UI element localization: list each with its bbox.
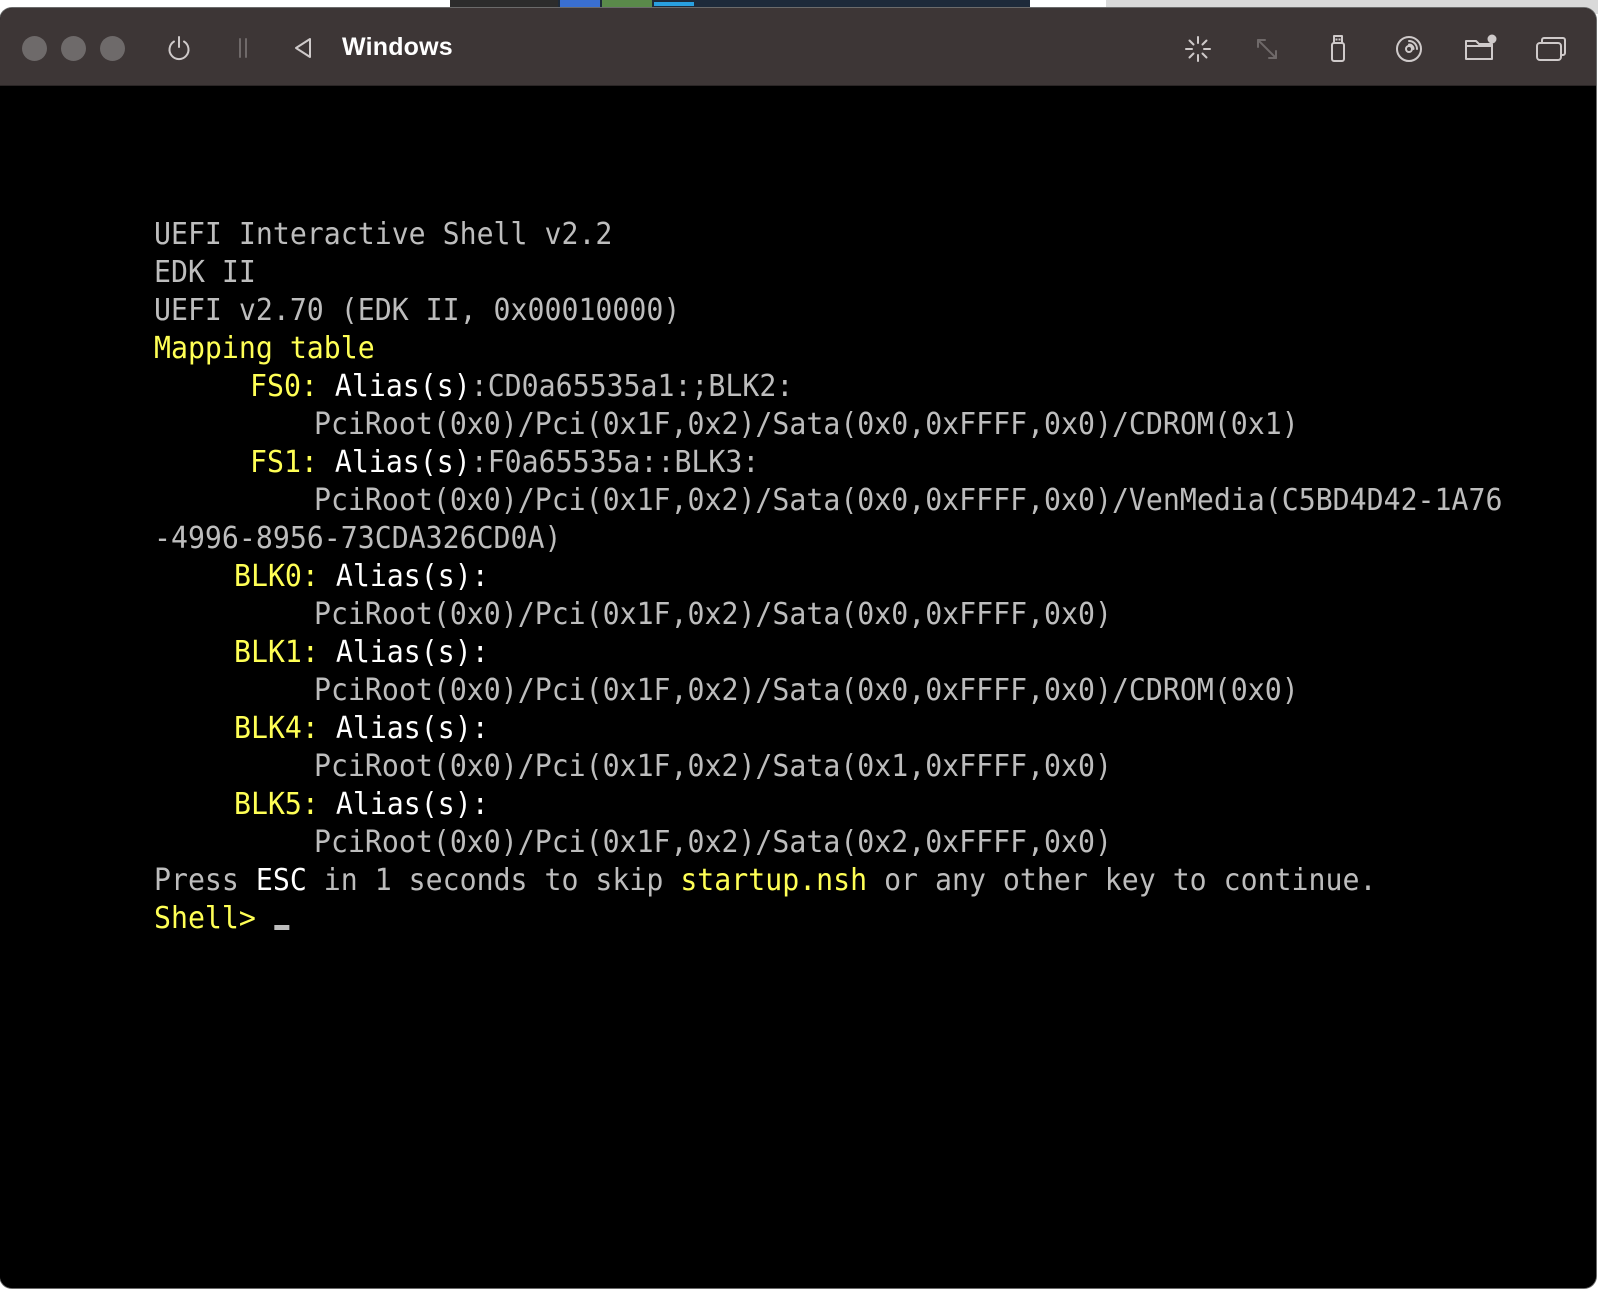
console-header-line: UEFI v2.70 (EDK II, 0x00010000)	[154, 293, 681, 328]
resize-icon[interactable]	[1250, 32, 1284, 66]
sparkle-icon[interactable]	[1181, 32, 1215, 66]
mapping-key: BLK0:	[234, 559, 319, 594]
device-path: PciRoot(0x0)/Pci(0x1F,0x2)/Sata(0x2,0xFF…	[314, 825, 1112, 860]
mapping-entry-fs1: FS1: Alias(s):F0a65535a::BLK3:	[250, 444, 759, 482]
alias-value: :CD0a65535a1:;BLK2:	[470, 369, 794, 404]
vm-window: Windows UEFI Interactive Shell v2.2 EDK …	[0, 8, 1596, 1288]
disc-icon[interactable]	[1392, 32, 1426, 66]
shell-prompt: Shell>	[154, 901, 273, 936]
mapping-key: BLK1:	[234, 635, 319, 670]
alias-value: :	[471, 711, 489, 746]
usb-icon[interactable]	[1321, 32, 1355, 66]
titlebar: Windows	[0, 8, 1596, 86]
alias-label: Alias(s)	[318, 711, 472, 746]
mapping-entry-blk0: BLK0: Alias(s):	[234, 558, 489, 596]
zoom-window-button[interactable]	[100, 36, 125, 61]
mapping-entry-fs0: FS0: Alias(s):CD0a65535a1:;BLK2:	[250, 368, 793, 406]
alias-label: Alias(s)	[317, 369, 471, 404]
alias-label: Alias(s)	[318, 787, 472, 822]
console-header-line: EDK II	[154, 255, 256, 290]
close-window-button[interactable]	[22, 36, 47, 61]
mapping-key: FS0:	[250, 369, 318, 404]
device-path: PciRoot(0x0)/Pci(0x1F,0x2)/Sata(0x1,0xFF…	[314, 749, 1112, 784]
alias-value: :	[471, 559, 489, 594]
shared-folder-icon[interactable]	[1462, 30, 1500, 66]
alias-value: :F0a65535a::BLK3:	[470, 445, 760, 480]
startup-message: Press ESC in 1 seconds to skip startup.n…	[154, 863, 1377, 898]
device-path: PciRoot(0x0)/Pci(0x1F,0x2)/Sata(0x0,0xFF…	[314, 597, 1112, 632]
uefi-console[interactable]: UEFI Interactive Shell v2.2 EDK II UEFI …	[0, 86, 1596, 1288]
alias-label: Alias(s)	[318, 635, 472, 670]
device-path-continuation: -4996-8956-73CDA326CD0A)	[154, 521, 562, 556]
alias-value: :	[471, 635, 489, 670]
console-header-line: UEFI Interactive Shell v2.2	[154, 217, 613, 252]
text-cursor	[274, 925, 290, 930]
device-path: PciRoot(0x0)/Pci(0x1F,0x2)/Sata(0x0,0xFF…	[314, 407, 1299, 442]
mapping-entry-blk5: BLK5: Alias(s):	[234, 786, 489, 824]
mapping-key: BLK5:	[234, 787, 319, 822]
mapping-key: FS1:	[250, 445, 318, 480]
window-title: Windows	[342, 33, 453, 61]
mapping-key: BLK4:	[234, 711, 319, 746]
device-path: PciRoot(0x0)/Pci(0x1F,0x2)/Sata(0x0,0xFF…	[314, 673, 1299, 708]
esc-key-label: ESC	[255, 863, 307, 898]
alias-value: :	[471, 787, 489, 822]
startup-script-name: startup.nsh	[680, 863, 868, 898]
mapping-entry-blk1: BLK1: Alias(s):	[234, 634, 489, 672]
windows-icon[interactable]	[1532, 32, 1570, 66]
mapping-entry-blk4: BLK4: Alias(s):	[234, 710, 489, 748]
mapping-table-title: Mapping table	[154, 331, 375, 366]
power-icon[interactable]	[164, 33, 194, 63]
minimize-window-button[interactable]	[61, 36, 86, 61]
back-icon[interactable]	[288, 33, 318, 63]
alias-label: Alias(s)	[318, 559, 472, 594]
shell-prompt-line[interactable]: Shell>	[154, 900, 290, 938]
pause-icon[interactable]	[228, 33, 258, 63]
device-path: PciRoot(0x0)/Pci(0x1F,0x2)/Sata(0x0,0xFF…	[314, 483, 1503, 518]
alias-label: Alias(s)	[317, 445, 471, 480]
